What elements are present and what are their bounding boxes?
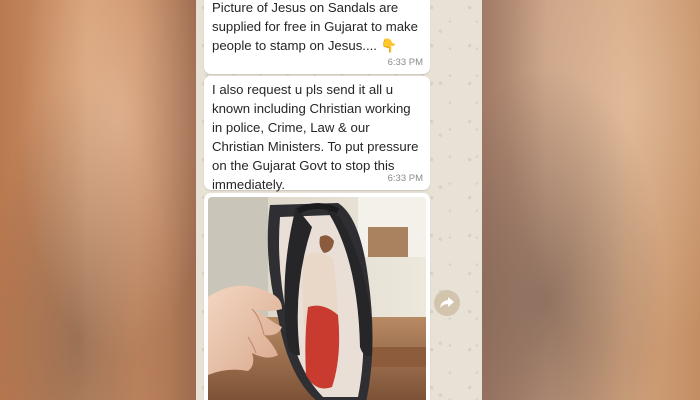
message-timestamp: 6:33 PM	[387, 173, 423, 184]
sandal-photo[interactable]	[208, 197, 426, 400]
image-message[interactable]	[204, 193, 430, 400]
message-timestamp: 6:33 PM	[387, 57, 423, 68]
message-bubble[interactable]: I also request u pls send it all u known…	[204, 76, 430, 192]
blurred-background-right	[482, 0, 700, 400]
blurred-background-left	[0, 0, 196, 400]
message-bubble[interactable]: Picture of Jesus on Sandals are supplied…	[204, 0, 430, 74]
share-forward-icon	[440, 297, 454, 308]
chat-panel[interactable]: Picture of Jesus on Sandals are supplied…	[196, 0, 482, 400]
share-forward-button[interactable]	[434, 290, 460, 316]
message-text: Picture of Jesus on Sandals are supplied…	[212, 0, 418, 53]
